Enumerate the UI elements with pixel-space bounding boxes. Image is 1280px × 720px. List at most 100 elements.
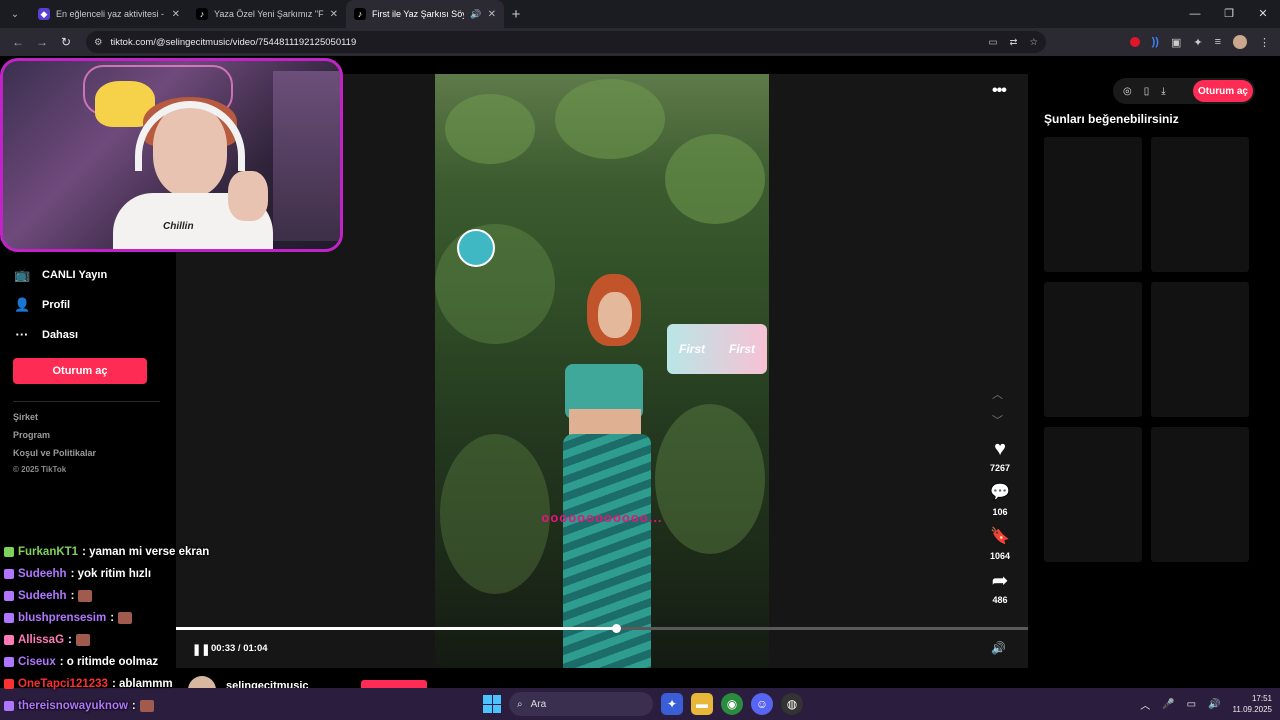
progress-handle[interactable]: [611, 624, 621, 633]
tab-close-icon[interactable]: ✕: [330, 9, 338, 20]
minimize-icon[interactable]: —: [1178, 0, 1212, 28]
previous-video-icon[interactable]: ︿: [992, 386, 1003, 402]
address-bar[interactable]: ⚙ tiktok.com/@selingecitmusic/video/7544…: [86, 31, 1046, 53]
quiz-favicon-icon: ◆: [38, 8, 50, 20]
recommendation-card[interactable]: [1044, 427, 1142, 562]
translate-icon[interactable]: ⇄: [1010, 37, 1018, 48]
chat-username[interactable]: AllissaG: [18, 634, 64, 646]
chat-message: Ciseux: o ritimde oolmaz: [4, 656, 158, 668]
browser-toolbar: ← → ↻ ⚙ tiktok.com/@selingecitmusic/vide…: [0, 28, 1280, 56]
forward-icon[interactable]: →: [30, 35, 54, 49]
chat-username[interactable]: Sudeehh: [18, 590, 67, 602]
system-clock[interactable]: 17:51 11.09.2025: [1233, 693, 1272, 715]
chat-username[interactable]: OneTapci121233: [18, 678, 108, 690]
search-icon: ⌕: [517, 698, 523, 710]
taskbar-search[interactable]: ⌕ Ara: [509, 692, 653, 716]
browser-tab-active[interactable]: ♪ First ile Yaz Şarkısı Söyleme 🔊 ✕: [346, 0, 504, 28]
more-options-icon[interactable]: •••: [992, 82, 1007, 100]
chat-text: :: [131, 700, 136, 712]
chat-emote-icon: [118, 612, 133, 624]
recommendation-card[interactable]: [1151, 137, 1249, 272]
chat-message: OneTapci121233: ablammm: [4, 678, 173, 690]
next-video-icon[interactable]: ﹀: [992, 412, 1003, 428]
tiktok-favicon-icon: ♪: [196, 8, 208, 20]
compass-icon[interactable]: ◎: [1123, 86, 1132, 97]
chat-username[interactable]: Sudeehh: [18, 568, 67, 580]
chat-message: FurkanKT1: yaman mi verse ekran: [4, 546, 209, 558]
foliage: [655, 404, 765, 554]
extension-shield-icon[interactable]: ▣: [1171, 36, 1181, 49]
extension-wave-icon[interactable]: )): [1152, 36, 1159, 48]
recommendation-card[interactable]: [1151, 282, 1249, 417]
site-info-icon[interactable]: ⚙: [94, 37, 103, 48]
footer-link-company[interactable]: Şirket: [13, 412, 38, 422]
profile-avatar-icon[interactable]: [1233, 35, 1247, 49]
save-action[interactable]: 🔖 1064: [982, 526, 1018, 561]
login-button[interactable]: Oturum aç: [13, 358, 147, 384]
new-tab-button[interactable]: +: [504, 0, 528, 28]
streamer-hand: [228, 171, 268, 221]
tab-close-icon[interactable]: ✕: [172, 9, 180, 20]
progress-bar[interactable]: [176, 624, 1028, 633]
clock-date: 11.09.2025: [1232, 705, 1272, 714]
tray-expand-icon[interactable]: ︿: [1140, 697, 1150, 712]
obs-icon[interactable]: ◍: [781, 693, 803, 715]
comment-action[interactable]: 💬 106: [982, 482, 1018, 517]
video-caption: oooooooooooo...: [541, 510, 663, 525]
sidebar-item-profile[interactable]: 👤 Profil: [14, 297, 70, 313]
tab-audio-icon[interactable]: 🔊: [470, 9, 481, 20]
recommendation-card[interactable]: [1044, 282, 1142, 417]
sidebar-item-live[interactable]: 📺 CANLI Yayın: [14, 267, 107, 283]
close-window-icon[interactable]: ✕: [1246, 0, 1280, 28]
video-frame[interactable]: First First oooooooooooo...: [435, 74, 769, 668]
recommendation-card[interactable]: [1044, 137, 1142, 272]
like-action[interactable]: ♥ 7267: [982, 438, 1018, 473]
chat-username[interactable]: Ciseux: [18, 656, 56, 668]
discord-icon[interactable]: ☺: [751, 693, 773, 715]
device-icon[interactable]: ▯: [1144, 86, 1150, 97]
start-windows-icon[interactable]: [483, 695, 501, 713]
bookmark-star-icon[interactable]: ☆: [1029, 37, 1038, 48]
restore-icon[interactable]: ❐: [1212, 0, 1246, 28]
reload-icon[interactable]: ↻: [54, 35, 78, 49]
login-button-top[interactable]: Oturum aç: [1193, 80, 1253, 102]
file-explorer-icon[interactable]: ▬: [691, 693, 713, 715]
cast-icon[interactable]: ▭: [989, 37, 998, 48]
display-icon[interactable]: ▭: [1187, 699, 1196, 710]
tab-close-icon[interactable]: ✕: [488, 9, 496, 20]
footer-link-program[interactable]: Program: [13, 430, 50, 440]
tab-list-icon[interactable]: ⌄: [0, 0, 30, 28]
volume-icon[interactable]: 🔊: [991, 641, 1006, 655]
chat-badge-icon: [4, 569, 14, 579]
download-icon[interactable]: ⤓: [1161, 86, 1165, 97]
share-action[interactable]: ➦ 486: [982, 570, 1018, 605]
microphone-icon[interactable]: 🎤: [1162, 699, 1174, 710]
sidebar-item-label: Dahası: [42, 328, 79, 341]
chat-badge-icon: [4, 635, 14, 645]
chat-badge-icon: [4, 657, 14, 667]
foliage: [445, 94, 535, 164]
chat-username[interactable]: thereisnowayuknow: [18, 700, 128, 712]
comment-count: 106: [992, 507, 1008, 517]
media-controls-icon[interactable]: ≡: [1215, 36, 1221, 48]
sidebar-item-more[interactable]: ··· Dahası: [14, 327, 79, 342]
foliage: [435, 224, 555, 344]
recommendation-card[interactable]: [1151, 427, 1249, 562]
singer-face: [598, 292, 632, 338]
chat-username[interactable]: FurkanKT1: [18, 546, 78, 558]
speaker-icon[interactable]: 🔊: [1208, 699, 1220, 710]
extensions-puzzle-icon[interactable]: ✦: [1193, 36, 1202, 49]
chat-badge-icon: [4, 591, 14, 601]
chat-username[interactable]: blushprensesim: [18, 612, 106, 624]
footer-link-terms[interactable]: Koşul ve Politikalar: [13, 448, 96, 458]
browser-tab[interactable]: ◆ En eğlenceli yaz aktivitesi - Qu ✕: [30, 0, 188, 28]
chat-badge-icon: [4, 679, 14, 689]
chrome-icon[interactable]: ◉: [721, 693, 743, 715]
chat-message: Sudeehh:: [4, 590, 93, 602]
copilot-icon[interactable]: ✦: [661, 693, 683, 715]
save-count: 1064: [989, 551, 1011, 561]
menu-kebab-icon[interactable]: ⋮: [1259, 36, 1270, 49]
browser-tab[interactable]: ♪ Yaza Özel Yeni Şarkımız "First" | ✕: [188, 0, 346, 28]
extension-red-icon[interactable]: [1129, 37, 1140, 47]
back-icon[interactable]: ←: [6, 35, 30, 49]
